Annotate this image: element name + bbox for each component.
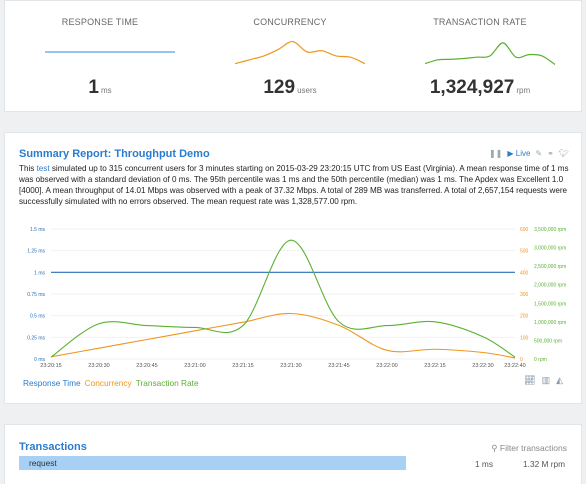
legend-transaction-rate[interactable]: Transaction Rate — [136, 378, 199, 388]
stat-value: 129 users — [263, 77, 317, 98]
x-tick-label: 23:20:15 — [40, 363, 61, 369]
rate-tick-label: 3,000,000 rpm — [534, 246, 566, 252]
y-tick-label: 1.5 ms — [30, 227, 46, 233]
x-tick-label: 23:21:30 — [280, 363, 301, 369]
transaction-rate-stat: TRANSACTION RATE 1,324,927 rpm — [385, 1, 575, 111]
stat-label: RESPONSE TIME — [61, 17, 139, 27]
test-link[interactable]: test — [37, 164, 50, 173]
concurrency-tick-label: 300 — [520, 292, 529, 298]
response-time-stat: RESPONSE TIME 1 ms — [5, 1, 195, 111]
x-tick-label: 23:22:40 — [504, 363, 525, 369]
y-tick-label: 0.5 ms — [30, 314, 46, 320]
y-tick-label: 0.75 ms — [27, 292, 45, 298]
stat-label: CONCURRENCY — [253, 17, 327, 27]
x-tick-label: 23:22:00 — [376, 363, 397, 369]
bar-chart-icon[interactable]: ▥ — [542, 375, 551, 386]
summary-report-card: Summary Report: Throughput Demo ❚❚ ▶ Liv… — [4, 132, 582, 404]
report-description: This test simulated up to 315 concurrent… — [19, 164, 569, 206]
x-tick-label: 23:21:00 — [184, 363, 205, 369]
transaction-time: 1 ms — [475, 459, 493, 469]
y-tick-label: 0.25 ms — [27, 335, 45, 341]
legend-concurrency[interactable]: Concurrency — [85, 378, 132, 388]
twitter-icon[interactable]: 🐦︎ — [559, 149, 569, 158]
link-icon[interactable]: ⚭ — [547, 149, 554, 158]
sparkline-path — [235, 40, 365, 65]
throughput-chart: 1.5 ms 600 1.25 ms 500 1 ms 400 0.75 ms 300 0.5 … — [27, 227, 566, 369]
rate-tick-label: 1,500,000 rpm — [534, 301, 566, 307]
chart-legend: Response Time Concurrency Transaction Ra… — [23, 378, 199, 388]
stat-label: TRANSACTION RATE — [433, 17, 527, 27]
rate-tick-label: 3,500,000 rpm — [534, 227, 566, 233]
concurrency-tick-label: 200 — [520, 314, 529, 320]
y-tick-label: 1 ms — [34, 270, 45, 276]
y-tick-label: 1.25 ms — [27, 249, 45, 255]
pause-icon[interactable]: ❚❚ — [489, 149, 502, 158]
x-tick-label: 23:20:30 — [88, 363, 109, 369]
transaction-rate: 1.32 M rpm — [523, 459, 565, 469]
concurrency-tick-label: 500 — [520, 249, 529, 255]
rate-tick-label: 500,000 rpm — [534, 338, 562, 344]
report-toolbar: ❚❚ ▶ Live ✎ ⚭ 🐦︎ — [489, 149, 569, 158]
concurrency-sparkline — [235, 40, 365, 65]
response-time-sparkline — [45, 51, 175, 53]
area-chart-icon[interactable]: ◭ — [556, 375, 563, 386]
live-button[interactable]: ▶ Live — [507, 149, 530, 158]
report-title: Summary Report: Throughput Demo — [19, 148, 210, 160]
x-tick-label: 23:21:45 — [328, 363, 349, 369]
edit-icon[interactable]: ✎ — [535, 149, 542, 158]
x-tick-label: 23:22:30 — [472, 363, 493, 369]
stat-value: 1,324,927 rpm — [429, 77, 531, 98]
legend-response-time[interactable]: Response Time — [23, 378, 81, 388]
rate-tick-label: 1,000,000 rpm — [534, 320, 566, 326]
rate-tick-label: 2,500,000 rpm — [534, 264, 566, 270]
line-chart-icon[interactable]: 📈︎ — [524, 375, 535, 386]
search-icon: ⚲ — [491, 443, 498, 453]
filter-transactions[interactable]: ⚲ Filter transactions — [491, 443, 567, 454]
series-line-concurrency — [50, 312, 516, 359]
stats-card: RESPONSE TIME 1 ms CONCURRENCY 129 users T… — [4, 0, 582, 112]
concurrency-tick-label: 400 — [520, 270, 529, 276]
rate-tick-label: 0 rpm — [534, 357, 547, 363]
table-row[interactable]: request — [19, 456, 406, 470]
transactions-title: Transactions — [19, 441, 87, 453]
concurrency-tick-label: 100 — [520, 335, 529, 341]
transactions-card: Transactions ⚲ Filter transactions reque… — [4, 424, 582, 484]
x-tick-label: 23:22:15 — [424, 363, 445, 369]
sparkline-path — [425, 42, 555, 65]
x-tick-label: 23:20:45 — [136, 363, 157, 369]
chart-type-switcher: 📈︎ ▥ ◭ — [524, 375, 563, 386]
concurrency-tick-label: 600 — [520, 227, 529, 233]
concurrency-stat: CONCURRENCY 129 users — [195, 1, 385, 111]
stat-value: 1 ms — [88, 77, 112, 98]
series-line-transaction-rate — [50, 239, 516, 358]
rate-tick-label: 2,000,000 rpm — [534, 283, 566, 289]
transaction-rate-sparkline — [425, 42, 555, 65]
x-tick-label: 23:21:15 — [232, 363, 253, 369]
